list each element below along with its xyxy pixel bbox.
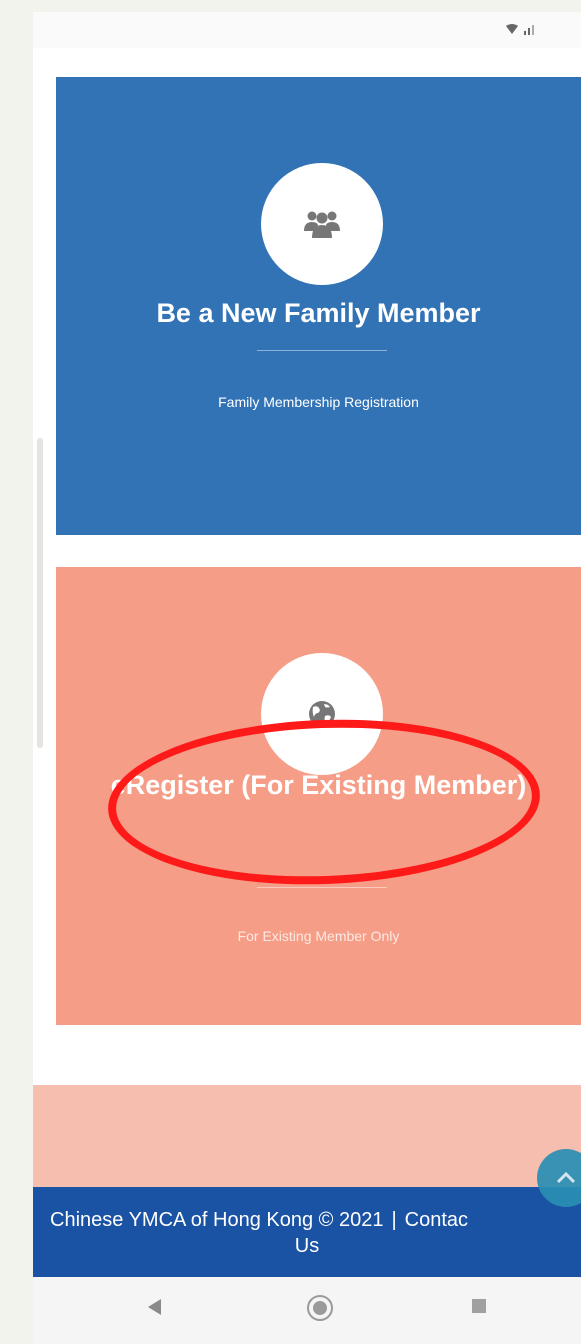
nav-recents-button[interactable] — [470, 1297, 488, 1315]
family-icon-circle — [261, 163, 383, 285]
footer-line: Chinese YMCA of Hong Kong © 2021 | Contac — [50, 1209, 468, 1232]
card-title[interactable]: eRegister (For Existing Member) — [56, 764, 581, 806]
recents-icon — [472, 1299, 486, 1313]
footer-pink-band — [33, 1085, 581, 1187]
copyright-text: Chinese YMCA of Hong Kong © 2021 — [50, 1209, 384, 1231]
signal-icon — [524, 25, 534, 35]
contact-link[interactable]: Contac — [405, 1209, 468, 1231]
globe-icon — [309, 701, 335, 727]
phone-screen: Be a New Family Member Family Membership… — [33, 12, 581, 1344]
home-icon — [307, 1295, 333, 1321]
globe-icon-circle — [261, 653, 383, 775]
nav-back-button[interactable] — [145, 1297, 163, 1317]
contact-link-continued[interactable]: Us — [33, 1235, 581, 1258]
page-scrollbar[interactable] — [37, 438, 43, 748]
new-family-member-card[interactable]: Be a New Family Member Family Membership… — [56, 77, 581, 535]
family-group-icon — [304, 211, 340, 238]
status-icons — [505, 23, 537, 38]
android-nav-bar — [33, 1277, 581, 1344]
eregister-card[interactable]: eRegister (For Existing Member) For Exis… — [56, 567, 581, 1025]
card-subtitle: Family Membership Registration — [218, 394, 419, 410]
card-subtitle: For Existing Member Only — [237, 928, 400, 944]
status-bar — [33, 12, 581, 48]
back-icon — [148, 1299, 161, 1315]
card-divider — [257, 887, 387, 888]
card-divider — [257, 350, 387, 351]
footer-separator: | — [391, 1209, 397, 1231]
chevron-up-icon — [556, 1172, 576, 1184]
wifi-icon — [505, 24, 518, 34]
site-footer: Chinese YMCA of Hong Kong © 2021 | Contac … — [33, 1187, 581, 1277]
card-title[interactable]: Be a New Family Member — [56, 292, 581, 334]
nav-home-button[interactable] — [305, 1293, 335, 1323]
